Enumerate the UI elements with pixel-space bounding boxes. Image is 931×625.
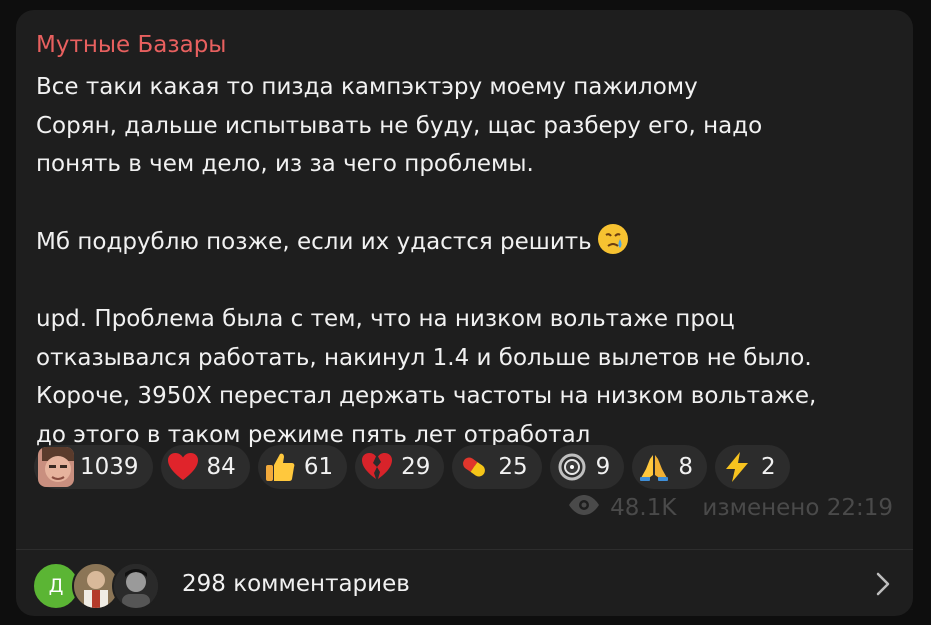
reactions-bar: 1039 84 61 29 25 9 8 2 — [34, 445, 790, 489]
post-line: до этого в таком режиме пять лет отработ… — [36, 421, 591, 448]
reaction-count: 1039 — [80, 454, 139, 480]
reaction-ring[interactable]: 9 — [549, 445, 625, 489]
comments-button[interactable]: Д 298 комментариев — [16, 550, 913, 616]
reaction-count: 9 — [595, 454, 611, 480]
post-meta: 48.1K изменено 22:19 — [568, 495, 893, 521]
reaction-broken-heart[interactable]: 29 — [355, 445, 445, 489]
reaction-count: 84 — [206, 454, 236, 480]
crying-face-icon — [596, 222, 630, 256]
avatar — [112, 562, 160, 610]
reaction-count: 25 — [498, 454, 528, 480]
broken-heart-icon — [359, 449, 395, 485]
reaction-count: 29 — [401, 454, 431, 480]
reaction-lightning[interactable]: 2 — [714, 445, 790, 489]
post-line: Сорян, дальше испытывать не буду, щас ра… — [36, 112, 763, 139]
edited-timestamp: изменено 22:19 — [702, 495, 893, 521]
channel-name[interactable]: Мутные Базары — [36, 32, 226, 58]
reaction-pray[interactable]: 8 — [632, 445, 707, 489]
ring-icon — [554, 449, 590, 485]
praying-hands-icon — [636, 449, 672, 485]
reaction-pill[interactable]: 25 — [452, 445, 542, 489]
post-line: понять в чем дело, из за чего проблемы. — [36, 151, 534, 177]
post-line: Короче, 3950X перестал держать частоты н… — [36, 383, 817, 409]
custom-avatar-face-icon — [38, 447, 74, 487]
reaction-count: 61 — [303, 454, 334, 480]
reaction-thumbs-up[interactable]: 61 — [257, 445, 348, 489]
post-line: Мб подрублю позже, если их удастся решит… — [36, 229, 592, 255]
reaction-count: 2 — [760, 454, 776, 480]
commenter-avatars: Д — [32, 562, 162, 610]
post-line: upd. Проблема была с тем, что на низком … — [36, 306, 735, 332]
chevron-right-icon — [875, 571, 891, 601]
post-line: Все таки какая то пизда кампэктэру моему… — [36, 74, 698, 100]
comments-count-label: 298 комментариев — [182, 571, 410, 597]
post-line: отказывался работать, накинул 1.4 и боль… — [36, 344, 812, 371]
lightning-icon — [719, 449, 755, 485]
pill-icon — [456, 449, 492, 485]
red-heart-icon — [165, 449, 201, 485]
view-count: 48.1K — [610, 495, 677, 521]
eye-icon — [568, 495, 600, 521]
reaction-heart[interactable]: 84 — [160, 445, 250, 489]
reaction-custom[interactable]: 1039 — [34, 445, 153, 489]
post-bubble: Мутные Базары Все таки какая то пизда ка… — [16, 10, 913, 616]
post-text: Все таки какая то пизда кампэктэру моему… — [36, 68, 816, 454]
reaction-count: 8 — [678, 454, 693, 480]
thumbs-up-icon — [262, 449, 298, 485]
